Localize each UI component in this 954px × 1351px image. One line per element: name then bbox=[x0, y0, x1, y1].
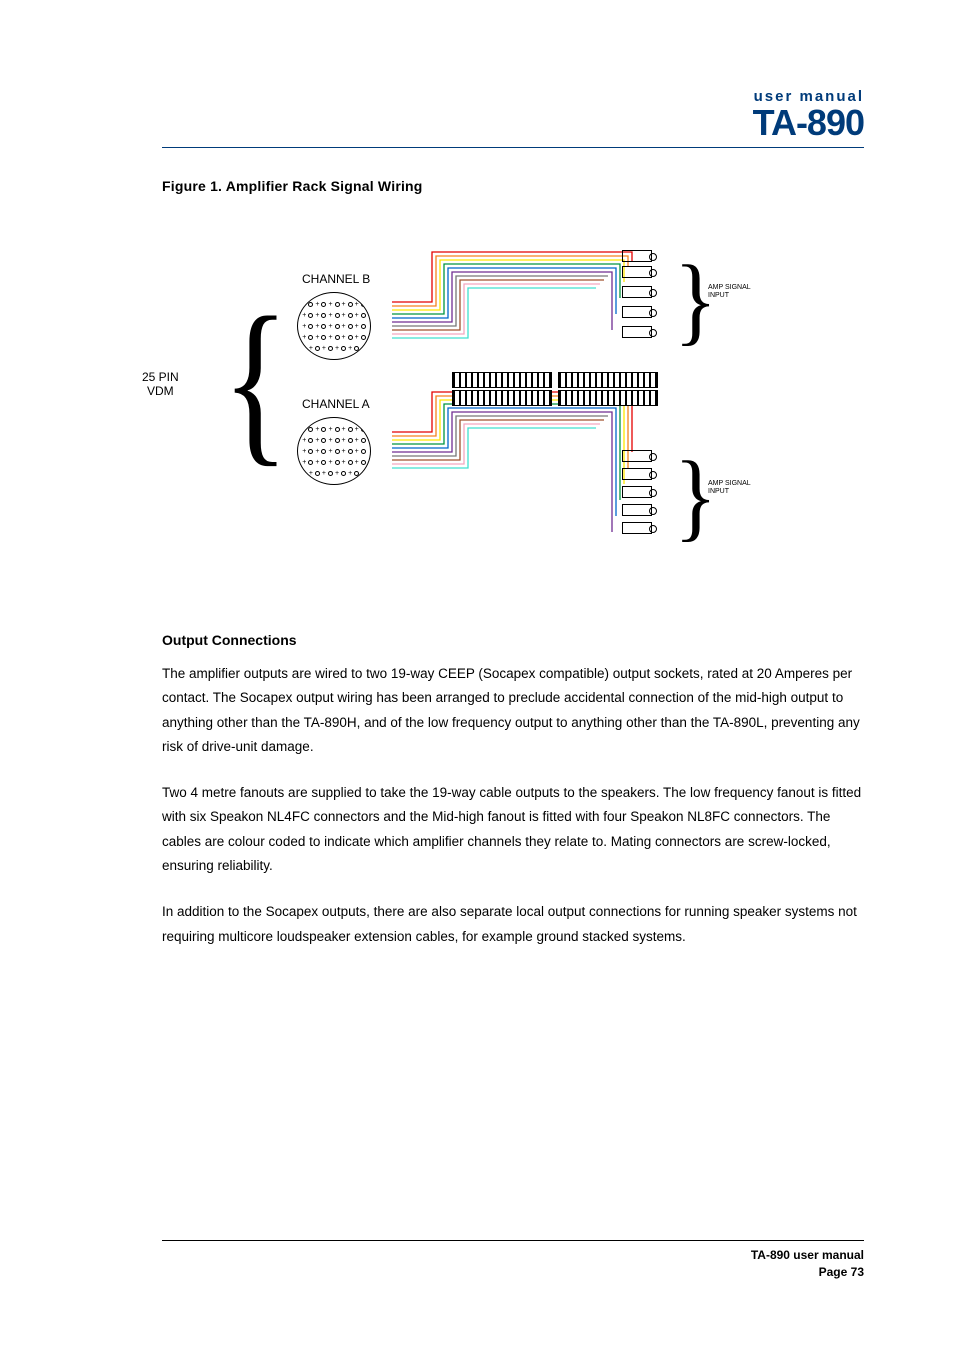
amp-sig-l2: INPUT bbox=[708, 292, 729, 299]
header-model: TA-890 bbox=[162, 105, 864, 141]
paragraph-2: Two 4 metre fanouts are supplied to take… bbox=[162, 781, 864, 878]
amp-sig-l1: AMP SIGNAL bbox=[708, 284, 751, 291]
amp-sig-b-l1: AMP SIGNAL bbox=[708, 480, 751, 487]
amp-signal-input-top: AMP SIGNAL INPUT bbox=[708, 284, 751, 299]
amp-input-b1 bbox=[622, 250, 652, 262]
section-heading-output-connections: Output Connections bbox=[162, 632, 864, 648]
patch-block-2b bbox=[558, 390, 658, 406]
amp-input-a1 bbox=[622, 450, 652, 462]
patch-block-2 bbox=[558, 372, 658, 388]
brace-left-icon: { bbox=[222, 291, 289, 473]
connector-channel-a: ++++ +++++ ++++++ +++++ ++++ bbox=[297, 417, 371, 485]
page-header: user manual TA-890 bbox=[162, 88, 864, 148]
amp-sig-b-l2: INPUT bbox=[708, 488, 729, 495]
footer-line1: TA-890 user manual bbox=[162, 1247, 864, 1264]
patch-block-1b bbox=[452, 390, 552, 406]
label-channel-b: CHANNEL B bbox=[302, 272, 370, 286]
wiring-diagram: 25 PIN VDM { CHANNEL B ++++ +++++ ++++++… bbox=[152, 212, 852, 572]
paragraph-1: The amplifier outputs are wired to two 1… bbox=[162, 662, 864, 759]
label-25pin-vdm: 25 PIN VDM bbox=[142, 370, 179, 399]
paragraph-3: In addition to the Socapex outputs, ther… bbox=[162, 900, 864, 949]
brace-right-bottom-icon: } bbox=[674, 448, 717, 547]
label-25pin: 25 PIN bbox=[142, 370, 179, 384]
figure-caption: Figure 1. Amplifier Rack Signal Wiring bbox=[162, 178, 864, 194]
patch-block-1 bbox=[452, 372, 552, 388]
amp-input-b3 bbox=[622, 286, 652, 298]
amp-signal-input-bottom: AMP SIGNAL INPUT bbox=[708, 480, 751, 495]
label-channel-a: CHANNEL A bbox=[302, 397, 370, 411]
amp-input-a4 bbox=[622, 504, 652, 516]
amp-input-a2 bbox=[622, 468, 652, 480]
connector-channel-b: ++++ +++++ ++++++ +++++ ++++ bbox=[297, 292, 371, 360]
amp-input-b5 bbox=[622, 326, 652, 338]
label-vdm: VDM bbox=[147, 384, 174, 398]
amp-input-b2 bbox=[622, 266, 652, 278]
amp-input-a3 bbox=[622, 486, 652, 498]
footer-page-number: Page 73 bbox=[162, 1264, 864, 1281]
page-footer: TA-890 user manual Page 73 bbox=[162, 1240, 864, 1281]
amp-input-a5 bbox=[622, 522, 652, 534]
brace-right-top-icon: } bbox=[674, 252, 717, 351]
amp-input-b4 bbox=[622, 306, 652, 318]
